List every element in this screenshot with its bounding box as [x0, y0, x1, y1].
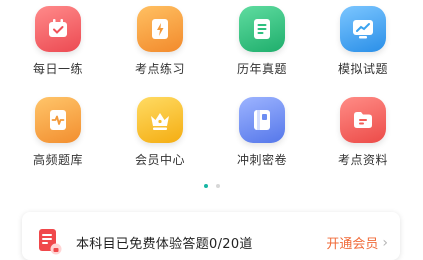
heartbeat-doc-icon	[35, 97, 81, 143]
tile-label: 每日一练	[32, 62, 83, 76]
tile-label: 考点练习	[134, 62, 185, 76]
doc-list-icon	[239, 6, 285, 52]
tile-daily-practice[interactable]: 每日一练	[8, 6, 108, 76]
chevron-right-icon: ›	[382, 234, 388, 251]
tile-frequent-questions[interactable]: 高频题库	[8, 97, 108, 167]
tile-past-exams[interactable]: 历年真题	[212, 6, 312, 76]
doc-lock-icon	[38, 228, 62, 255]
open-membership-label: 开通会员	[326, 237, 379, 252]
open-membership-link[interactable]: 开通会员 ›	[326, 233, 388, 253]
tile-label: 考点资料	[337, 153, 388, 167]
lightning-doc-icon	[137, 6, 183, 52]
free-trial-banner[interactable]: 本科目已免费体验答题0/20道 开通会员 ›	[22, 212, 400, 260]
tile-label: 历年真题	[236, 62, 287, 76]
crown-icon	[137, 97, 183, 143]
page-dot[interactable]	[215, 184, 220, 188]
page-indicator	[0, 184, 423, 188]
tile-topic-practice[interactable]: 考点练习	[110, 6, 210, 76]
page-dot-active[interactable]	[203, 184, 208, 188]
folder-icon	[340, 97, 386, 143]
tile-member-center[interactable]: 会员中心	[110, 97, 210, 167]
tile-mock-exams[interactable]: 模拟试题	[313, 6, 413, 76]
free-trial-text: 本科目已免费体验答题0/20道	[76, 237, 253, 252]
tile-sprint-papers[interactable]: 冲刺密卷	[212, 97, 312, 167]
tile-label: 会员中心	[134, 153, 185, 167]
calendar-check-icon	[35, 6, 81, 52]
tile-study-materials[interactable]: 考点资料	[313, 97, 413, 167]
tile-label: 高频题库	[32, 153, 83, 167]
book-icon	[239, 97, 285, 143]
monitor-chart-icon	[340, 6, 386, 52]
tile-label: 模拟试题	[337, 62, 388, 76]
tile-label: 冲刺密卷	[236, 153, 287, 167]
